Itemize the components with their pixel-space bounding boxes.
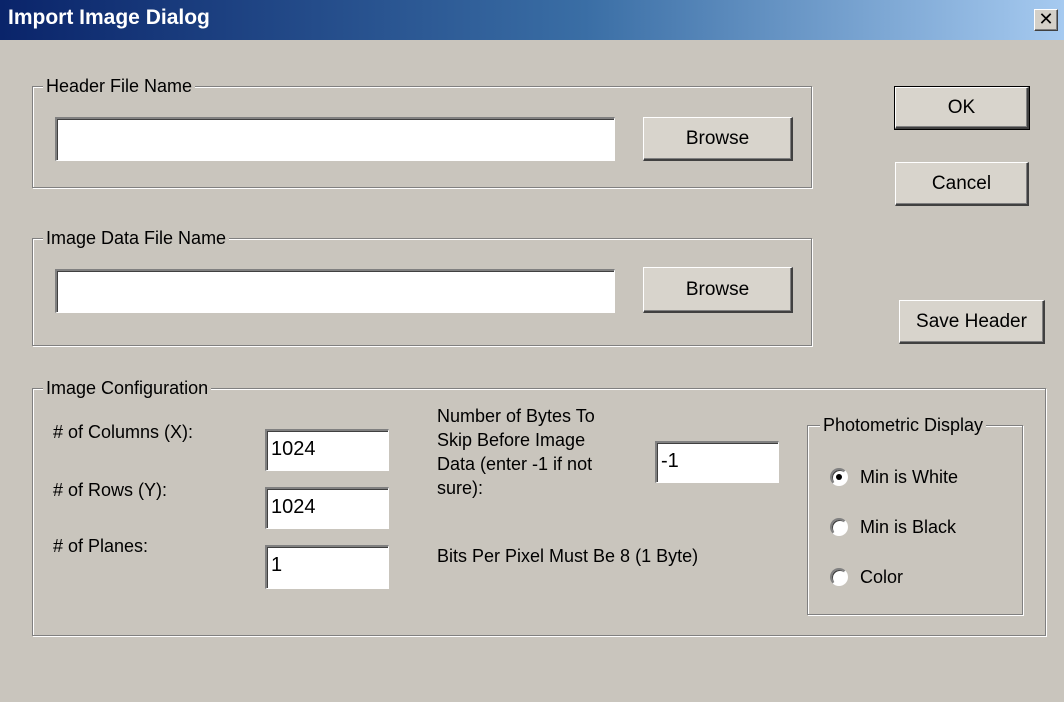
title-bar[interactable]: Import Image Dialog ✕ (0, 0, 1064, 40)
planes-label: # of Planes: (53, 536, 149, 556)
skip-bytes-label-line3: Data (enter -1 if not (437, 454, 593, 474)
cancel-button[interactable]: Cancel (895, 162, 1029, 206)
image-data-file-legend: Image Data File Name (43, 227, 230, 249)
header-file-group: Header File Name Browse (32, 75, 812, 188)
radio-button-min-is-white[interactable] (830, 468, 848, 486)
image-data-file-input[interactable] (55, 269, 615, 313)
columns-label: # of Columns (X): (53, 422, 194, 442)
header-file-input[interactable] (55, 117, 615, 161)
columns-input[interactable]: 1024 (265, 429, 389, 471)
radio-button-color[interactable] (830, 568, 848, 586)
radio-button-min-is-black[interactable] (830, 518, 848, 536)
skip-bytes-label-line1: Number of Bytes To (437, 406, 595, 426)
radio-color[interactable]: Color (830, 566, 1010, 592)
radio-min-is-white[interactable]: Min is White (830, 466, 1010, 492)
bits-per-pixel-note: Bits Per Pixel Must Be 8 (1 Byte) (437, 546, 699, 566)
planes-input[interactable]: 1 (265, 545, 389, 589)
header-file-legend: Header File Name (43, 75, 196, 97)
save-header-button[interactable]: Save Header (899, 300, 1045, 344)
photometric-display-group: Photometric Display Min is White Min is … (807, 414, 1023, 615)
skip-bytes-label-line2: Skip Before Image (437, 430, 586, 450)
image-data-file-group: Image Data File Name Browse (32, 227, 812, 346)
ok-button[interactable]: OK (894, 86, 1030, 130)
radio-label-min-is-black: Min is Black (860, 517, 957, 537)
image-configuration-legend: Image Configuration (43, 377, 212, 399)
rows-input[interactable]: 1024 (265, 487, 389, 529)
radio-min-is-black[interactable]: Min is Black (830, 516, 1010, 542)
close-icon[interactable]: ✕ (1034, 9, 1058, 31)
radio-selected-dot (836, 474, 842, 480)
radio-label-min-is-white: Min is White (860, 467, 959, 487)
import-image-dialog: Import Image Dialog ✕ Header File Name B… (0, 0, 1064, 702)
header-browse-button[interactable]: Browse (643, 117, 793, 161)
photometric-display-legend: Photometric Display (820, 414, 987, 436)
radio-label-color: Color (860, 567, 904, 587)
window-title: Import Image Dialog (8, 6, 210, 29)
rows-label: # of Rows (Y): (53, 480, 168, 500)
skip-bytes-label-line4: sure): (437, 478, 484, 498)
skip-bytes-input[interactable]: -1 (655, 441, 779, 483)
image-configuration-group: Image Configuration # of Columns (X): 10… (32, 377, 1046, 636)
image-data-browse-button[interactable]: Browse (643, 267, 793, 313)
